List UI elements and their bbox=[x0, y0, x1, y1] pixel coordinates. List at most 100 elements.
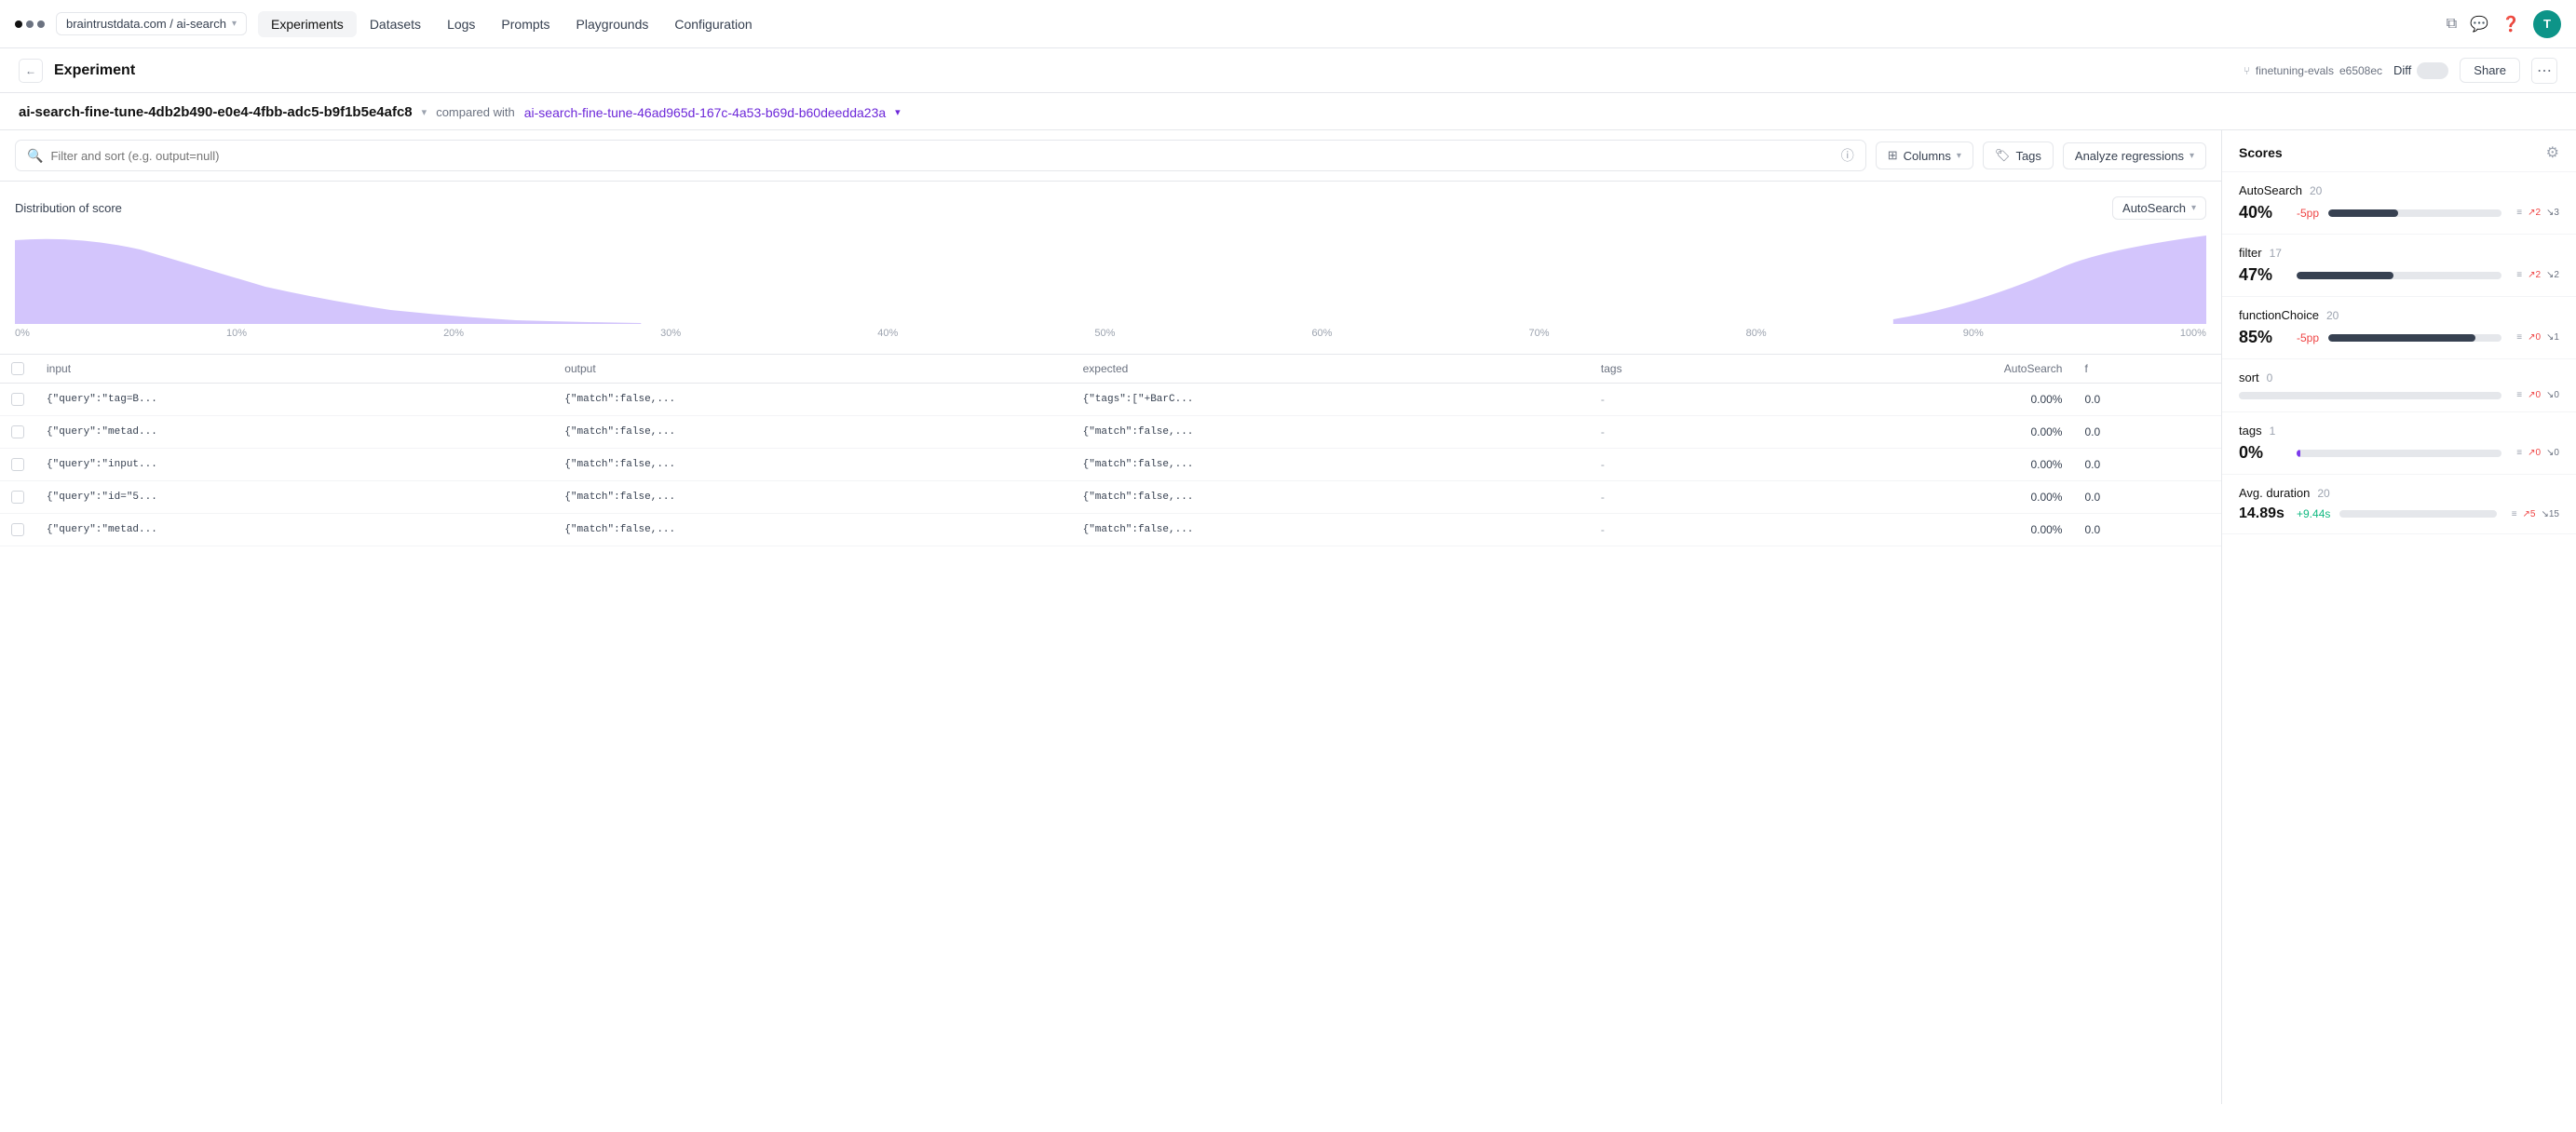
table-row[interactable]: {"query":"input... {"match":false,... {"… bbox=[0, 449, 2221, 481]
nav-item-prompts[interactable]: Prompts bbox=[488, 11, 563, 37]
score-actions-3: ≡ ↗0 ↘0 bbox=[2516, 390, 2559, 400]
nav-item-experiments[interactable]: Experiments bbox=[258, 11, 357, 37]
columns-icon: ⊞ bbox=[1888, 148, 1898, 163]
help-icon[interactable]: ❓ bbox=[2501, 15, 2520, 34]
score-pct-2: 85% bbox=[2239, 328, 2287, 347]
book-icon[interactable]: ⧉ bbox=[2447, 16, 2457, 33]
cell-autosearch-1: 0.00% bbox=[1759, 416, 2074, 449]
filter-icon-0[interactable]: ≡ bbox=[2516, 208, 2522, 218]
cell-autosearch-2: 0.00% bbox=[1759, 449, 2074, 481]
workspace-label: braintrustdata.com / ai-search bbox=[66, 17, 226, 31]
score-bar-container-0 bbox=[2328, 209, 2501, 217]
compared-with-label: compared with bbox=[436, 105, 515, 119]
cell-tags-3: - bbox=[1590, 481, 1759, 514]
table-row[interactable]: {"query":"metad... {"match":false,... {"… bbox=[0, 416, 2221, 449]
cell-output-1: {"match":false,... bbox=[553, 416, 1071, 449]
score-actions-2: ≡ ↗0 ↘1 bbox=[2516, 332, 2559, 343]
back-button[interactable]: ← bbox=[19, 59, 43, 83]
more-options-button[interactable]: ⋯ bbox=[2531, 58, 2557, 84]
filter-icon-5[interactable]: ≡ bbox=[2512, 509, 2517, 519]
diff-toggle[interactable]: Diff bbox=[2393, 62, 2448, 79]
filter-icon-3[interactable]: ≡ bbox=[2516, 390, 2522, 400]
score-bar-0 bbox=[2328, 209, 2397, 217]
down-icon-1: ↘2 bbox=[2546, 270, 2559, 280]
cell-expected-0: {"tags":["+BarC... bbox=[1072, 384, 1590, 416]
avatar[interactable]: T bbox=[2533, 10, 2561, 38]
experiment-chevron-icon[interactable]: ▾ bbox=[422, 106, 427, 118]
down-icon-0: ↘3 bbox=[2546, 208, 2559, 218]
table-body: {"query":"tag=B... {"match":false,... {"… bbox=[0, 384, 2221, 546]
score-item-autosearch: AutoSearch 20 40% -5pp ≡ ↗2 ↘3 bbox=[2222, 172, 2576, 235]
score-row-4: 0% ≡ ↗0 ↘0 bbox=[2239, 443, 2559, 463]
message-icon[interactable]: 💬 bbox=[2470, 15, 2488, 34]
row-checkbox-cell bbox=[0, 384, 35, 416]
nav-item-configuration[interactable]: Configuration bbox=[661, 11, 765, 37]
table-row[interactable]: {"query":"metad... {"match":false,... {"… bbox=[0, 514, 2221, 546]
score-row-0: 40% -5pp ≡ ↗2 ↘3 bbox=[2239, 203, 2559, 222]
columns-button[interactable]: ⊞ Columns ▾ bbox=[1876, 142, 1973, 169]
score-name-1: filter bbox=[2239, 246, 2262, 260]
score-delta: +9.44s bbox=[2297, 507, 2330, 520]
cell-tags-2: - bbox=[1590, 449, 1759, 481]
analyze-regressions-button[interactable]: Analyze regressions ▾ bbox=[2063, 142, 2206, 169]
row-checkbox-1[interactable] bbox=[11, 425, 24, 438]
score-actions-4: ≡ ↗0 ↘0 bbox=[2516, 448, 2559, 458]
nav-item-playgrounds[interactable]: Playgrounds bbox=[563, 11, 662, 37]
filter-icon-4[interactable]: ≡ bbox=[2516, 448, 2522, 458]
filter-input[interactable] bbox=[50, 149, 1833, 163]
filter-icon-1[interactable]: ≡ bbox=[2516, 270, 2522, 280]
score-pct-5: 14.89s bbox=[2239, 505, 2287, 522]
scores-settings-icon[interactable]: ⚙ bbox=[2546, 143, 2559, 162]
down-icon-5: ↘15 bbox=[2541, 509, 2559, 519]
cell-output-2: {"match":false,... bbox=[553, 449, 1071, 481]
nav-item-logs[interactable]: Logs bbox=[434, 11, 488, 37]
nav-right: ⧉ 💬 ❓ T bbox=[2447, 10, 2561, 38]
chart-score-select[interactable]: AutoSearch ▾ bbox=[2112, 196, 2206, 220]
row-checkbox-0[interactable] bbox=[11, 393, 24, 406]
row-checkbox-cell bbox=[0, 449, 35, 481]
up-icon-3: ↗0 bbox=[2528, 390, 2541, 400]
up-icon-2: ↗0 bbox=[2528, 332, 2541, 343]
cell-expected-4: {"match":false,... bbox=[1072, 514, 1590, 546]
select-all-checkbox[interactable] bbox=[11, 362, 24, 375]
cell-autosearch-4: 0.00% bbox=[1759, 514, 2074, 546]
data-table: input output expected tags AutoSearch f … bbox=[0, 355, 2221, 546]
filter-help-icon[interactable]: ⓘ bbox=[1841, 146, 1854, 165]
cell-expected-3: {"match":false,... bbox=[1072, 481, 1590, 514]
filter-icon-2[interactable]: ≡ bbox=[2516, 332, 2522, 343]
table-row[interactable]: {"query":"tag=B... {"match":false,... {"… bbox=[0, 384, 2221, 416]
workspace-selector[interactable]: braintrustdata.com / ai-search ▾ bbox=[56, 12, 247, 35]
toolbar: 🔍 ⓘ ⊞ Columns ▾ 🏷 Tags Analyze regressio… bbox=[0, 130, 2221, 182]
score-pct-0: 40% bbox=[2239, 203, 2287, 222]
down-icon-2: ↘1 bbox=[2546, 332, 2559, 343]
nav-item-datasets[interactable]: Datasets bbox=[357, 11, 434, 37]
page-title: Experiment bbox=[54, 62, 135, 79]
tags-button[interactable]: 🏷 Tags bbox=[1983, 142, 2054, 169]
score-count-4: 1 bbox=[2270, 424, 2276, 438]
score-row-1: 47% ≡ ↗2 ↘2 bbox=[2239, 265, 2559, 285]
sub-header: ← Experiment ⑂ finetuning-evals e6508ec … bbox=[0, 48, 2576, 93]
left-panel: 🔍 ⓘ ⊞ Columns ▾ 🏷 Tags Analyze regressio… bbox=[0, 130, 2222, 1104]
cell-autosearch-0: 0.00% bbox=[1759, 384, 2074, 416]
cell-f-1: 0.0 bbox=[2073, 416, 2221, 449]
row-checkbox-3[interactable] bbox=[11, 491, 24, 504]
compare-experiment-name[interactable]: ai-search-fine-tune-46ad965d-167c-4a53-b… bbox=[524, 105, 886, 120]
row-checkbox-4[interactable] bbox=[11, 523, 24, 536]
score-count-0: 20 bbox=[2310, 184, 2322, 197]
scores-header: Scores ⚙ bbox=[2222, 130, 2576, 172]
cell-input-1: {"query":"metad... bbox=[35, 416, 553, 449]
row-checkbox-cell bbox=[0, 416, 35, 449]
branch-icon: ⑂ bbox=[2244, 64, 2250, 77]
header-tags: tags bbox=[1590, 355, 1759, 384]
table-row[interactable]: {"query":"id="5... {"match":false,... {"… bbox=[0, 481, 2221, 514]
cell-expected-2: {"match":false,... bbox=[1072, 449, 1590, 481]
compare-chevron-icon[interactable]: ▾ bbox=[895, 106, 901, 118]
nav-logo bbox=[15, 20, 45, 28]
columns-chevron-icon: ▾ bbox=[1957, 151, 1961, 161]
share-button[interactable]: Share bbox=[2460, 58, 2520, 83]
diff-toggle-switch[interactable] bbox=[2417, 62, 2448, 79]
scores-panel: Scores ⚙ AutoSearch 20 40% -5pp ≡ ↗2 ↘3 bbox=[2222, 130, 2576, 1104]
row-checkbox-2[interactable] bbox=[11, 458, 24, 471]
cell-tags-0: - bbox=[1590, 384, 1759, 416]
row-checkbox-cell bbox=[0, 514, 35, 546]
